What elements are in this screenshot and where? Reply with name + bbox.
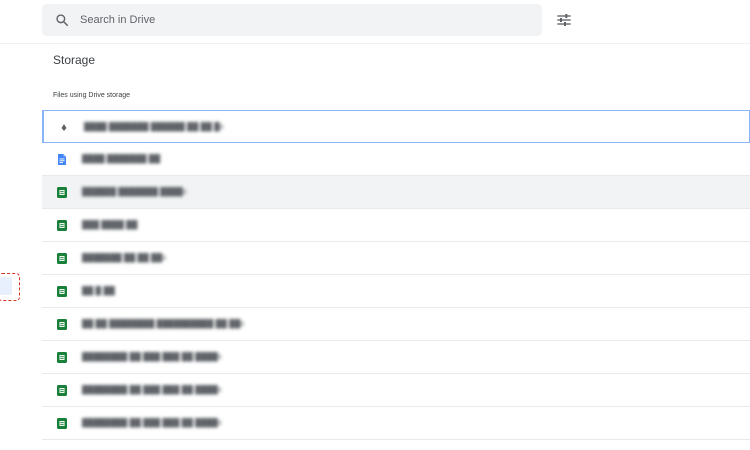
section-label: Files using Drive storage <box>53 92 131 99</box>
file-name: ████████ ██ ███ ███ ██ ████x <box>82 418 222 427</box>
generic-file-icon <box>61 124 67 131</box>
file-name: ████ ███████ ██ <box>82 154 161 163</box>
focus-indicator[interactable] <box>0 273 20 301</box>
search-icon[interactable] <box>55 13 69 27</box>
file-name: ████████ ██ ███ ███ ██ ████x <box>82 385 222 394</box>
google-sheets-icon <box>57 385 67 396</box>
google-sheets-icon <box>57 220 67 231</box>
file-name: ████████ ██ ███ ███ ██ ████x <box>82 352 222 361</box>
file-row[interactable]: ███████ ██ ██ ██x <box>42 242 750 275</box>
tune-icon[interactable] <box>556 13 572 27</box>
google-sheets-icon <box>57 286 67 297</box>
file-row[interactable]: ██ █ ██ <box>42 275 750 308</box>
file-list: ████ ███████ ██████ ██ ██ █x ████ ██████… <box>42 110 750 440</box>
search-bar[interactable] <box>42 4 571 36</box>
file-row[interactable]: ████████ ██ ███ ███ ██ ████x <box>42 407 750 440</box>
google-sheets-icon <box>57 253 67 264</box>
file-row[interactable]: ██████ ███████ ████x <box>42 176 750 209</box>
file-name: ██ ██ ████████ ██████████ ██ ██x <box>82 319 245 328</box>
file-row[interactable]: ███ ████ ██ <box>42 209 750 242</box>
selected-nav-item[interactable] <box>0 277 12 295</box>
file-row[interactable]: ██ ██ ████████ ██████████ ██ ██x <box>42 308 750 341</box>
file-row[interactable]: ████████ ██ ███ ███ ██ ████x <box>42 341 750 374</box>
file-name: ███ ████ ██ <box>82 220 138 229</box>
file-name: ████ ███████ ██████ ██ ██ █x <box>84 122 224 131</box>
search-input[interactable] <box>80 10 500 30</box>
page-title: Storage <box>53 53 96 67</box>
file-name: ██████ ███████ ████x <box>82 187 187 196</box>
google-sheets-icon <box>57 319 67 330</box>
google-sheets-icon <box>57 352 67 363</box>
file-row[interactable]: ████ ███████ ██ <box>42 143 750 176</box>
file-row[interactable]: ████ ███████ ██████ ██ ██ █x <box>42 110 750 143</box>
google-docs-icon <box>58 154 66 165</box>
file-name: ███████ ██ ██ ██x <box>82 253 167 262</box>
google-sheets-icon <box>57 418 67 429</box>
file-name: ██ █ ██ <box>82 286 115 295</box>
file-row[interactable]: ████████ ██ ███ ███ ██ ████x <box>42 374 750 407</box>
google-sheets-icon <box>57 187 67 198</box>
header-divider <box>0 43 750 44</box>
